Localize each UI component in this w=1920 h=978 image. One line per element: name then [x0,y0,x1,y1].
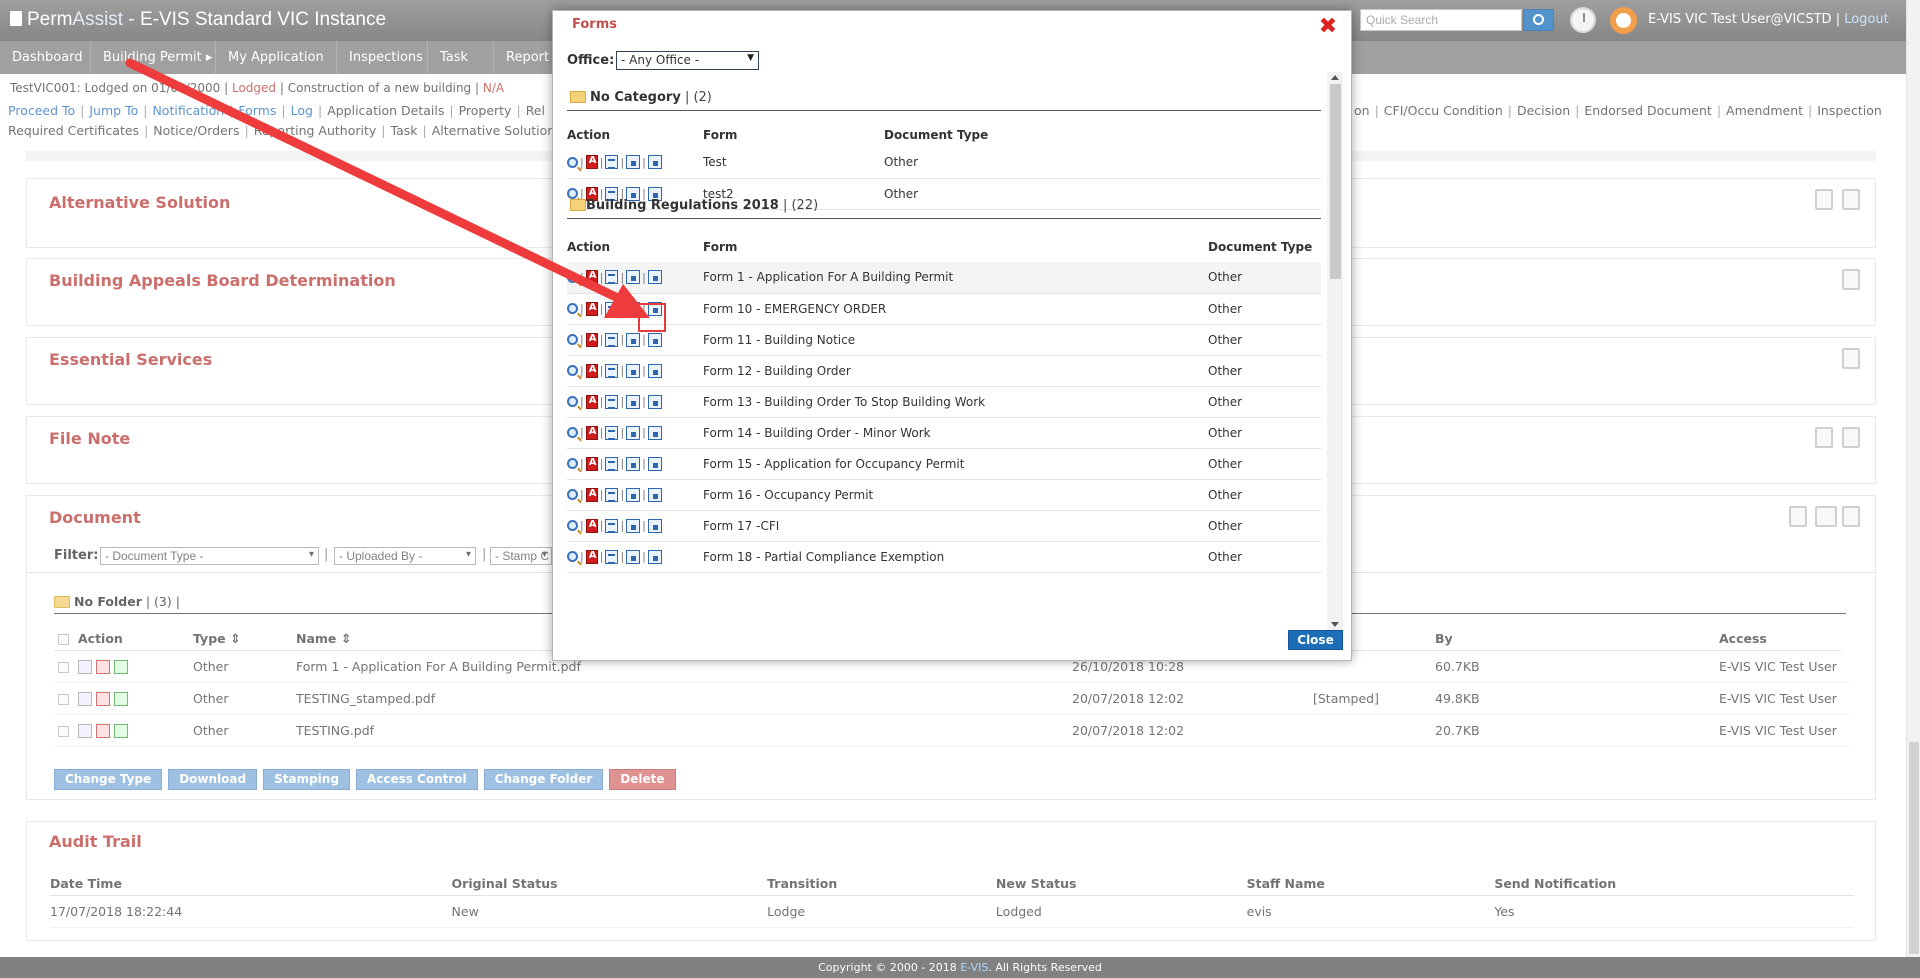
generate-document-icon[interactable] [626,155,641,170]
category-no-category[interactable]: No Category | (2) [567,83,1321,111]
office-select[interactable]: - Any Office - [616,51,759,70]
form-row[interactable]: ||||Form 15 - Application for Occupancy … [567,448,1321,480]
form-name[interactable]: Test [703,147,884,179]
save-document-icon[interactable] [647,332,662,347]
preview-icon[interactable] [567,271,578,283]
generate-document-icon[interactable] [626,425,641,440]
save-document-icon[interactable] [647,394,662,409]
preview-icon[interactable] [567,458,578,469]
pdf-icon[interactable] [585,332,598,347]
form-row[interactable]: ||||TestOther [567,147,1321,179]
preview-icon[interactable] [567,303,578,314]
preview-icon[interactable] [567,396,578,407]
folder-icon [570,199,586,211]
pdf-icon[interactable] [585,301,598,316]
preview-icon[interactable] [567,365,578,376]
preview-icon[interactable] [567,427,578,438]
form-doc-type: Other [884,147,1321,179]
form-doc-type: Other [1208,448,1321,480]
form-row[interactable]: ||||Form 16 - Occupancy PermitOther [567,479,1321,511]
generate-document-icon[interactable] [626,394,641,409]
generate-document-icon[interactable] [626,456,641,471]
form-row[interactable]: ||||Form 13 - Building Order To Stop Bui… [567,386,1321,418]
forms-dialog: Forms ✖ Office: - Any Office - No Catego… [552,10,1352,661]
pdf-icon[interactable] [585,456,598,471]
category-building-regulations-2018[interactable]: Building Regulations 2018 | (22) [567,191,1321,219]
generate-document-icon[interactable] [626,332,641,347]
forms-table-building-regulations: Action Form Document Type ||||Form 1 - A… [567,232,1321,573]
save-document-icon[interactable] [647,456,662,471]
form-row[interactable]: ||||Form 17 -CFIOther [567,510,1321,542]
save-document-icon[interactable] [647,363,662,378]
form-name[interactable]: Form 13 - Building Order To Stop Buildin… [703,386,1208,418]
form-name[interactable]: Form 12 - Building Order [703,355,1208,387]
form-name[interactable]: Form 10 - EMERGENCY ORDER [703,293,1208,325]
preview-icon[interactable] [567,489,578,500]
close-icon[interactable]: ✖ [1317,16,1339,39]
generate-document-icon[interactable] [626,270,641,285]
form-row[interactable]: ||||Form 10 - EMERGENCY ORDEROther [567,293,1321,325]
word-document-icon[interactable] [605,549,619,564]
close-button[interactable]: Close [1288,630,1343,650]
word-document-icon[interactable] [605,363,619,378]
save-document-icon[interactable] [647,487,662,502]
generate-document-icon[interactable] [626,518,641,533]
form-row[interactable]: ||||Form 11 - Building NoticeOther [567,324,1321,356]
generate-document-icon[interactable] [626,549,641,564]
form-name[interactable]: Form 15 - Application for Occupancy Perm… [703,448,1208,480]
form-name[interactable]: Form 1 - Application For A Building Perm… [703,262,1208,294]
highlight-box [638,303,666,332]
form-doc-type: Other [1208,479,1321,511]
form-row[interactable]: ||||Form 18 - Partial Compliance Exempti… [567,541,1321,573]
generate-document-icon[interactable] [626,363,641,378]
word-document-icon[interactable] [605,332,619,347]
generate-document-icon[interactable] [626,487,641,502]
word-document-icon[interactable] [605,425,619,440]
form-doc-type: Other [1208,355,1321,387]
form-doc-type: Other [1208,324,1321,356]
pdf-icon[interactable] [585,363,598,378]
word-document-icon[interactable] [605,487,619,502]
pdf-icon[interactable] [585,518,598,533]
pdf-icon[interactable] [585,270,598,285]
pdf-icon[interactable] [585,549,598,564]
form-row[interactable]: ||||Form 1 - Application For A Building … [567,262,1321,294]
save-document-icon[interactable] [647,155,662,170]
form-doc-type: Other [1208,541,1321,573]
word-document-icon[interactable] [605,394,619,409]
preview-icon[interactable] [567,334,578,345]
form-doc-type: Other [1208,510,1321,542]
preview-icon[interactable] [567,520,578,531]
pdf-icon[interactable] [585,487,598,502]
office-label: Office: [567,53,615,68]
folder-icon [570,91,586,103]
form-doc-type: Other [1208,293,1321,325]
form-row[interactable]: ||||Form 12 - Building OrderOther [567,355,1321,387]
save-document-icon[interactable] [647,425,662,440]
save-document-icon[interactable] [647,549,662,564]
pdf-icon[interactable] [585,425,598,440]
pdf-icon[interactable] [585,155,598,170]
word-document-icon[interactable] [605,456,619,471]
word-document-icon[interactable] [605,301,619,316]
form-doc-type: Other [1208,386,1321,418]
dialog-scrollbar[interactable] [1327,72,1343,630]
preview-icon[interactable] [567,156,578,168]
form-doc-type: Other [1208,262,1321,294]
word-document-icon[interactable] [605,518,619,533]
word-document-icon[interactable] [605,155,619,170]
form-name[interactable]: Form 18 - Partial Compliance Exemption [703,541,1208,573]
form-row[interactable]: ||||Form 14 - Building Order - Minor Wor… [567,417,1321,449]
save-document-icon[interactable] [647,270,662,285]
dialog-title: Forms [572,17,617,32]
form-name[interactable]: Form 16 - Occupancy Permit [703,479,1208,511]
form-doc-type: Other [1208,417,1321,449]
form-name[interactable]: Form 11 - Building Notice [703,324,1208,356]
form-name[interactable]: Form 14 - Building Order - Minor Work [703,417,1208,449]
save-document-icon[interactable] [647,518,662,533]
preview-icon[interactable] [567,551,578,562]
pdf-icon[interactable] [585,394,598,409]
word-document-icon[interactable] [605,270,619,285]
form-name[interactable]: Form 17 -CFI [703,510,1208,542]
